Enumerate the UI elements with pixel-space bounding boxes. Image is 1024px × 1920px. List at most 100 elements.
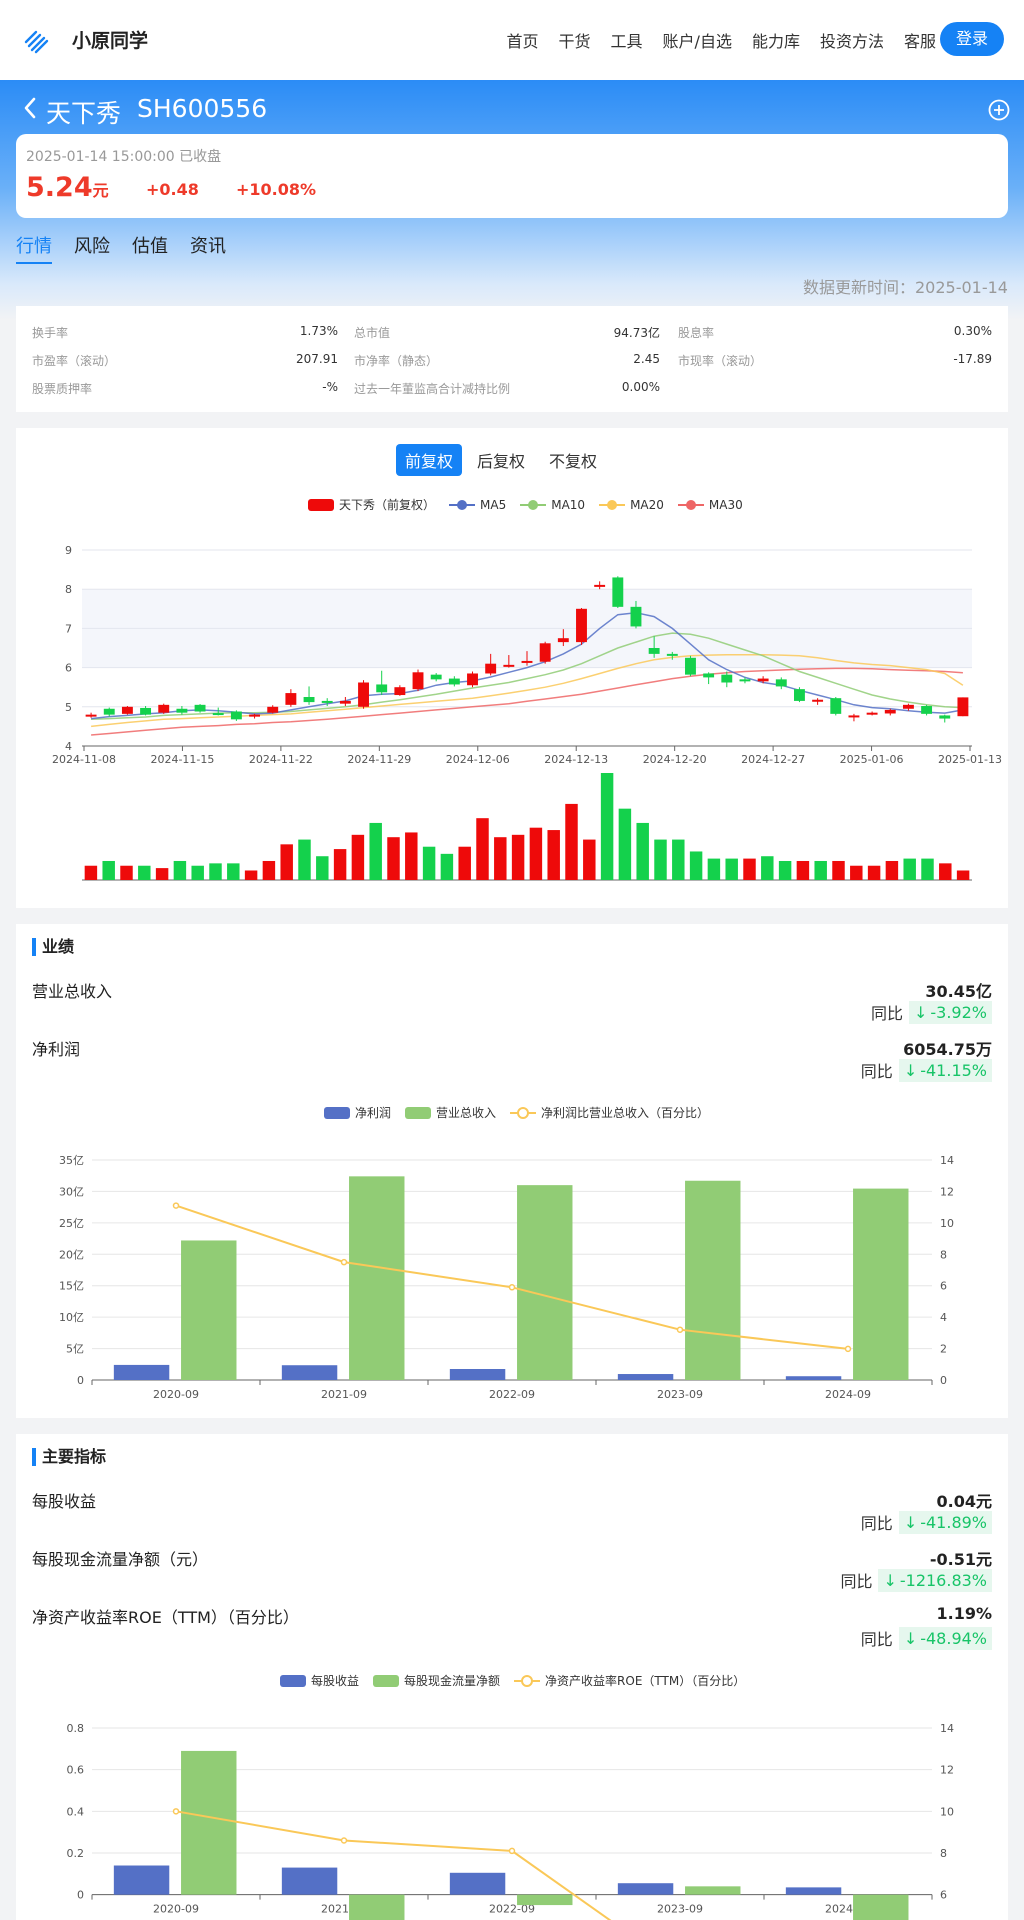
volume-bar (814, 860, 827, 880)
back-icon[interactable] (22, 96, 38, 120)
logo-icon[interactable] (22, 26, 50, 54)
ratio-point (172, 1202, 180, 1209)
volume-bar (903, 858, 916, 880)
y-tick-label: 6 (65, 662, 72, 675)
candle (576, 608, 587, 643)
adjust-forward[interactable]: 前复权 (396, 444, 463, 476)
legend-item[interactable]: MA30 (677, 498, 743, 512)
legend-item[interactable]: 净利润比营业总收入（百分比） (510, 1104, 709, 1121)
indicators-legend: 每股收益 每股现金流量净额 净资产收益率ROE（TTM）（百分比） (280, 1672, 745, 1689)
volume-bar (618, 808, 632, 880)
legend-item[interactable]: 净利润 (324, 1104, 391, 1121)
x-tick-label: 2020-09 (153, 1388, 199, 1401)
kline-chart[interactable]: 9 8 7 6 5 42024-11-08 2024-11-15 2024-11-22 2024… (16, 528, 1008, 908)
legend-item[interactable]: MA20 (599, 498, 664, 512)
volume-bar (84, 865, 98, 880)
x-tick-label: 2024-12-20 (643, 753, 707, 766)
ratio-point (172, 1808, 180, 1815)
y-tick-label: 4 (65, 740, 72, 753)
volume-bar (565, 803, 578, 880)
candle (321, 700, 333, 703)
ratio-point (340, 1837, 348, 1844)
legend-item[interactable]: 每股现金流量净额 (373, 1672, 500, 1689)
nav-tools[interactable]: 工具 (611, 28, 643, 52)
volume-bar (778, 860, 792, 880)
bar-series-a (113, 1865, 170, 1895)
yoy-tag: ↓ -41.15% (898, 1058, 992, 1082)
add-watchlist-icon[interactable] (988, 99, 1010, 121)
top-bar: 小原同学 首页 干货 工具 账户/自选 能力库 投资方法 客服 登录 (0, 0, 1024, 80)
candle (902, 704, 914, 709)
tab-news[interactable]: 资讯 (190, 232, 226, 264)
candle (448, 678, 460, 685)
brand-name[interactable]: 小原同学 (72, 26, 148, 53)
nav-account[interactable]: 账户/自选 (663, 28, 732, 52)
legend-item[interactable]: 营业总收入 (405, 1104, 496, 1121)
bar-series-b (349, 1176, 405, 1380)
volume-bar (885, 860, 899, 880)
adjust-backward[interactable]: 后复权 (468, 444, 534, 476)
kline-legend: 天下秀（前复权） MA5 MA10 MA20 MA30 (308, 496, 743, 513)
nav-service[interactable]: 客服 (904, 28, 936, 52)
volume-bar (387, 837, 400, 880)
candle (957, 697, 969, 717)
bar-series-b (685, 1886, 741, 1895)
stock-header: 天下秀 SH600556 2025-01-14 15:00:00 已收盘 5.2… (0, 80, 1024, 320)
nav-ability[interactable]: 能力库 (752, 28, 800, 52)
y-tick-label: 7 (65, 622, 72, 635)
x-tick-label: 2024-12-13 (544, 753, 608, 766)
performance-chart[interactable]: 35亿 30亿 25亿 20亿 15亿 10亿 5亿 0 14 12 10 8 6 4 2 0 2020-09 2… (16, 1144, 1008, 1414)
y-tick-label: 8 (65, 583, 72, 596)
candle (267, 706, 279, 713)
legend-item[interactable]: 净资产收益率ROE（TTM）（百分比） (514, 1672, 745, 1689)
stock-code: SH600556 (137, 94, 268, 123)
candle (757, 678, 769, 682)
candle (739, 679, 751, 682)
volume-bar (707, 858, 721, 880)
ratio-point (508, 1284, 516, 1291)
stat-pcf: 市现率（滚动） -17.89 (678, 352, 992, 368)
yoy-tag: ↓ -1216.83% (878, 1568, 992, 1592)
volume-bar (939, 863, 952, 880)
bar-series-a (785, 1376, 842, 1380)
volume-bar (867, 865, 881, 880)
legend-item[interactable]: MA10 (520, 498, 585, 512)
volume-bar (422, 846, 436, 880)
nav-home[interactable]: 首页 (507, 28, 539, 52)
y-tick-label: 0 (77, 1889, 84, 1902)
tab-valuation[interactable]: 估值 (132, 232, 168, 264)
plot-band (82, 550, 972, 590)
volume-bar (209, 863, 222, 880)
candle (194, 704, 206, 712)
candle (539, 643, 551, 662)
y-tick-label: 0 (77, 1374, 84, 1387)
candle (176, 708, 188, 713)
indicators-chart[interactable]: 0.80.60.40.20-0.2-0.414121086422020-0920… (16, 1712, 1008, 1920)
plot-band (82, 589, 972, 629)
price-change: +0.48 (146, 180, 199, 199)
current-price: 5.24元 (26, 172, 109, 203)
candle (430, 674, 442, 680)
ratio-point (508, 1847, 516, 1855)
tab-market[interactable]: 行情 (16, 232, 52, 264)
nav-methods[interactable]: 投资方法 (820, 28, 884, 52)
legend-item[interactable]: 天下秀（前复权） (308, 496, 435, 513)
candle (249, 714, 260, 717)
volume-bar (583, 839, 596, 880)
legend-item[interactable]: 每股收益 (280, 1672, 359, 1689)
revenue-label: 营业总收入 (32, 982, 113, 1001)
stat-pb: 市净率（静态） 2.45 (354, 352, 660, 368)
volume-bar (351, 834, 365, 880)
stat-turnover: 换手率 1.73% (32, 324, 338, 340)
y-tick-label: 0.8 (67, 1722, 85, 1735)
x-tick-label: 2021-09 (321, 1388, 367, 1401)
y-tick-label: 0.2 (67, 1847, 85, 1860)
candle (557, 638, 569, 643)
nav-articles[interactable]: 干货 (559, 28, 591, 52)
tab-risk[interactable]: 风险 (74, 232, 110, 264)
y2-tick-label: 14 (940, 1722, 954, 1735)
legend-item[interactable]: MA5 (449, 498, 506, 512)
arrow-down-icon: ↓ (903, 1512, 918, 1532)
login-button[interactable]: 登录 (940, 22, 1004, 56)
adjust-none[interactable]: 不复权 (540, 444, 606, 476)
